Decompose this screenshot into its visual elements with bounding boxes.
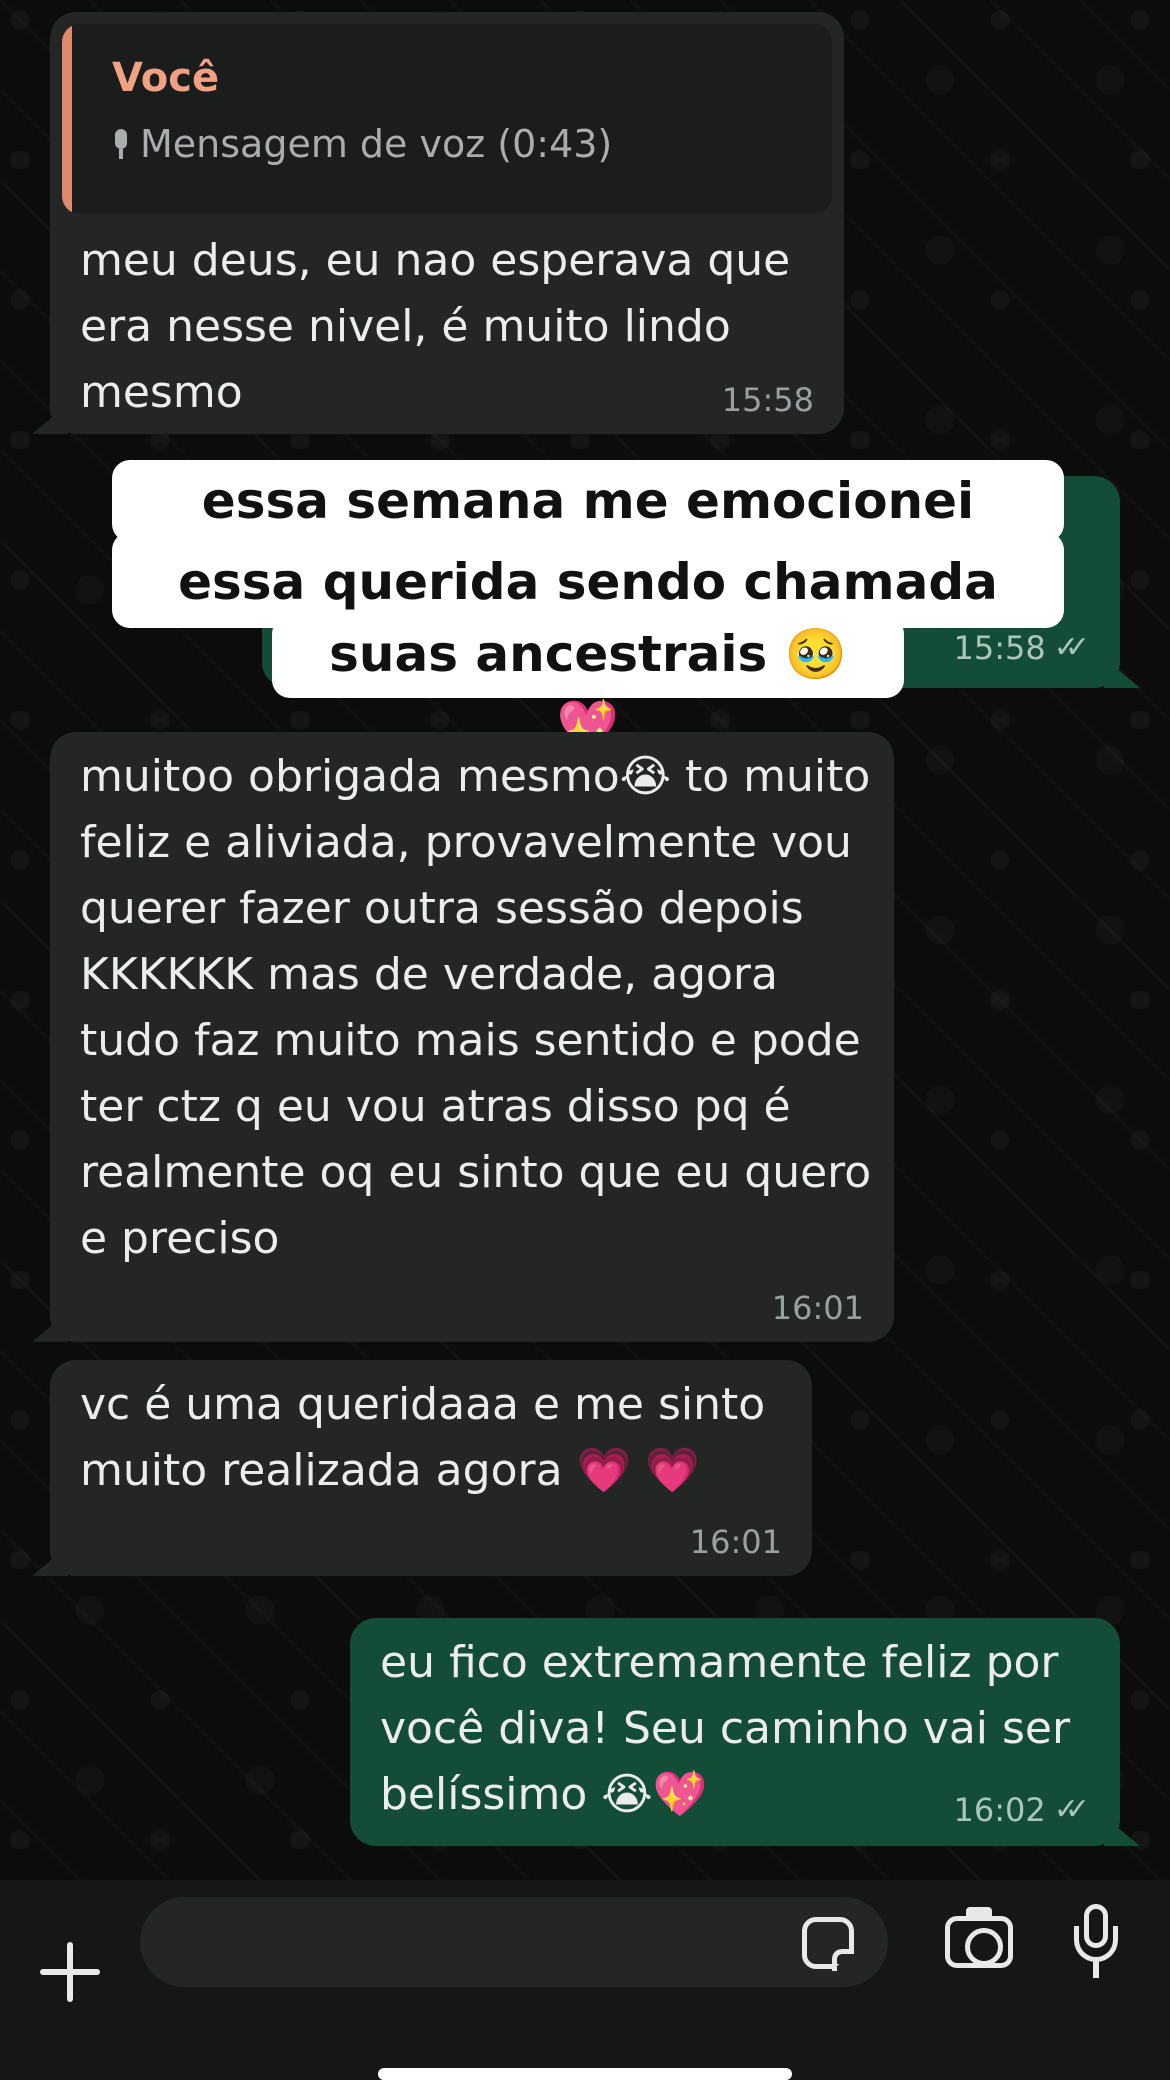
sticker-icon-fold — [832, 1949, 854, 1971]
bubble-tail — [1104, 1816, 1140, 1846]
timestamp: 16:02 — [953, 1791, 1046, 1829]
message-bubble-incoming[interactable]: Você Mensagem de voz (0:43) meu deus, eu… — [32, 12, 844, 434]
quote-accent-bar — [62, 24, 72, 214]
timestamp: 15:58 — [953, 629, 1046, 667]
timestamp: 16:01 — [689, 1523, 782, 1561]
message-text: vc é uma queridaaa e me sinto muito real… — [80, 1379, 766, 1496]
message-time: 15:58 — [722, 382, 814, 418]
home-indicator[interactable] — [378, 2068, 792, 2080]
message-time: 16:01 — [690, 1524, 782, 1560]
bubble-tail — [32, 1546, 68, 1576]
microphone-icon — [112, 129, 130, 159]
read-receipt-icon: ✓✓ — [1053, 1792, 1090, 1827]
mic-icon-cup — [1074, 1926, 1118, 1962]
message-bubble-outgoing[interactable]: eu fico extremamente feliz por você diva… — [350, 1618, 1140, 1846]
message-bubble-incoming[interactable]: vc é uma queridaaa e me sinto muito real… — [32, 1360, 812, 1576]
read-receipt-icon: ✓✓ — [1053, 630, 1090, 665]
message-time: 16:01 — [772, 1290, 864, 1326]
mic-icon[interactable] — [1072, 1904, 1120, 1980]
mic-icon-stem — [1093, 1960, 1099, 1978]
plus-icon[interactable] — [40, 1942, 100, 2002]
camera-icon[interactable] — [945, 1907, 1013, 1968]
bubble-tail — [32, 1312, 68, 1342]
timestamp: 16:01 — [771, 1289, 864, 1327]
caption-line-1: essa semana me emocionei com — [112, 460, 1064, 602]
quoted-message[interactable]: Você Mensagem de voz (0:43) — [62, 24, 832, 214]
bubble-tail — [32, 404, 68, 434]
message-time: 16:02 ✓✓ — [954, 1792, 1091, 1828]
message-bubble-incoming[interactable]: muitoo obrigada mesmo😭 to muito feliz e … — [32, 732, 894, 1342]
quote-body: Mensagem de voz (0:43) — [112, 122, 612, 166]
message-text: muitoo obrigada mesmo😭 to muito feliz e … — [80, 751, 872, 1264]
caption-line-2: essa querida sendo chamada por — [112, 532, 1064, 683]
caption-line-3: suas ancestrais 🥹💖 — [272, 616, 904, 755]
message-text: meu deus, eu nao esperava que era nesse … — [80, 235, 791, 418]
bubble-tail — [1104, 658, 1140, 688]
message-time: 15:58 ✓✓ — [954, 630, 1091, 666]
quote-author: Você — [112, 55, 220, 101]
quote-text: Mensagem de voz (0:43) — [140, 122, 613, 166]
chat-screen: Você Mensagem de voz (0:43) meu deus, eu… — [0, 0, 1170, 2080]
message-input[interactable] — [140, 1897, 888, 1987]
timestamp: 15:58 — [721, 381, 814, 419]
